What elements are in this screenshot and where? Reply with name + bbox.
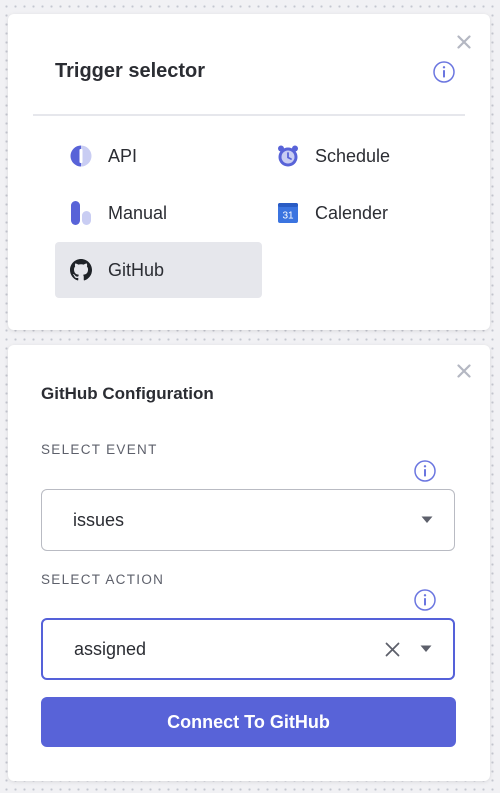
trigger-option-api[interactable]: API [55, 128, 262, 184]
option-label: GitHub [108, 259, 165, 280]
info-icon[interactable] [414, 460, 436, 482]
select-event-value: issues [73, 509, 125, 530]
github-configuration-card: GitHub Configuration SELECT EVENT issues… [8, 345, 490, 781]
option-label: Manual [108, 202, 168, 223]
calendar-icon: 31 [275, 200, 301, 226]
select-event-dropdown[interactable]: issues [41, 489, 455, 551]
select-action-dropdown[interactable]: assigned [41, 618, 455, 680]
chevron-down-icon[interactable] [416, 509, 438, 531]
trigger-option-calendar[interactable]: 31 Calender [262, 185, 469, 241]
schedule-icon [275, 143, 301, 169]
connect-to-github-button[interactable]: Connect To GitHub [41, 697, 456, 747]
trigger-option-github[interactable]: GitHub [55, 242, 262, 298]
github-configuration-title: GitHub Configuration [41, 384, 214, 403]
clear-icon[interactable] [381, 638, 403, 660]
trigger-option-schedule[interactable]: Schedule [262, 128, 469, 184]
chevron-down-icon[interactable] [415, 638, 437, 660]
divider [33, 114, 465, 116]
calendar-icon-text: 31 [282, 211, 294, 222]
option-label: Calender [315, 202, 389, 223]
close-icon[interactable] [454, 32, 474, 52]
info-icon[interactable] [414, 589, 436, 611]
github-icon [68, 257, 94, 283]
manual-icon [68, 200, 94, 226]
trigger-option-manual[interactable]: Manual [55, 185, 262, 241]
api-icon [68, 143, 94, 169]
trigger-selector-title: Trigger selector [55, 60, 206, 82]
select-event-label: SELECT EVENT [41, 442, 158, 457]
select-action-label: SELECT ACTION [41, 572, 165, 587]
select-action-value: assigned [74, 638, 147, 659]
info-icon[interactable] [433, 61, 455, 83]
trigger-selector-card: Trigger selector API Schedule Manual 31 … [8, 14, 490, 330]
option-label: Schedule [315, 145, 391, 166]
close-icon[interactable] [454, 361, 474, 381]
option-label: API [108, 145, 138, 166]
